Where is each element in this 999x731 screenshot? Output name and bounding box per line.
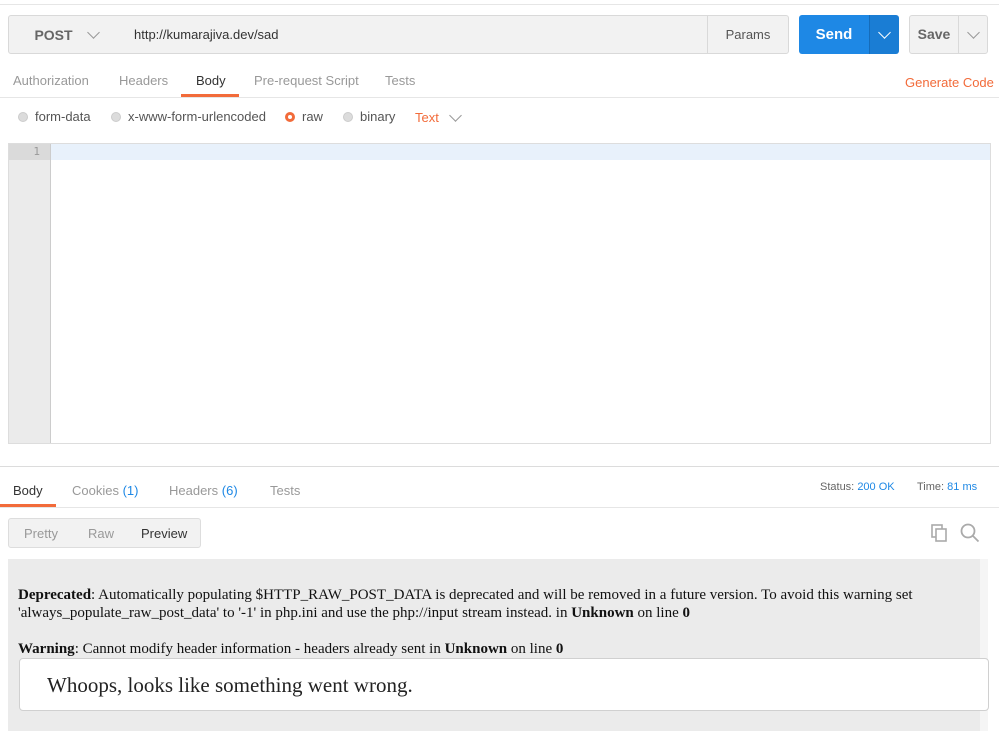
- view-raw-button[interactable]: Raw: [88, 526, 114, 541]
- status-value: 200 OK: [857, 481, 895, 493]
- generate-code-link[interactable]: Generate Code: [905, 75, 994, 90]
- line-number: 1: [33, 145, 40, 158]
- tabs-divider: [0, 97, 999, 98]
- search-icon[interactable]: [960, 523, 980, 548]
- method-select[interactable]: POST: [8, 15, 124, 54]
- response-status: Status: 200 OK: [820, 481, 895, 493]
- warning-message: Warning: Cannot modify header informatio…: [18, 640, 968, 658]
- deprecated-text: : Automatically populating $HTTP_RAW_POS…: [18, 587, 913, 621]
- response-tab-tests[interactable]: Tests: [270, 483, 300, 498]
- radio-button[interactable]: [343, 111, 353, 122]
- cookies-label: Cookies: [72, 483, 119, 498]
- chevron-down-icon: [878, 25, 891, 39]
- response-tab-headers[interactable]: Headers (6): [169, 483, 238, 498]
- warning-text: : Cannot modify header information - hea…: [74, 641, 445, 657]
- warning-location: Unknown: [444, 641, 508, 657]
- chevron-down-icon: [86, 25, 100, 39]
- raw-format-dropdown[interactable]: Text: [415, 108, 462, 125]
- headers-count: (6): [221, 483, 238, 498]
- method-label: POST: [34, 26, 73, 43]
- radio-label: form-data: [35, 109, 91, 124]
- request-body-editor[interactable]: [8, 143, 991, 444]
- deprecated-online: on line: [633, 605, 683, 621]
- send-button[interactable]: Send: [799, 15, 869, 54]
- radio-form-data[interactable]: form-data: [18, 109, 91, 124]
- url-input[interactable]: http://kumarajiva.dev/sad: [123, 15, 708, 54]
- editor-gutter: [9, 144, 51, 443]
- chevron-down-icon: [966, 25, 980, 39]
- warning-online: on line: [507, 641, 556, 657]
- tab-headers[interactable]: Headers: [119, 73, 168, 88]
- tab-authorization[interactable]: Authorization: [13, 73, 89, 88]
- deprecated-location: Unknown: [571, 605, 634, 621]
- radio-button[interactable]: [111, 111, 121, 122]
- top-divider: [0, 4, 999, 5]
- radio-button[interactable]: [285, 111, 295, 122]
- tab-body[interactable]: Body: [196, 73, 226, 88]
- deprecated-label: Deprecated: [18, 587, 92, 603]
- warning-line: 0: [555, 641, 564, 657]
- chevron-down-icon: [448, 108, 462, 122]
- view-pretty-button[interactable]: Pretty: [24, 526, 58, 541]
- copy-icon[interactable]: [931, 524, 949, 547]
- radio-label: raw: [302, 109, 323, 124]
- response-tab-cookies[interactable]: Cookies (1): [72, 483, 138, 498]
- warning-label: Warning: [18, 641, 75, 657]
- send-options-button[interactable]: [869, 15, 899, 54]
- tab-tests[interactable]: Tests: [385, 73, 415, 88]
- deprecated-message: Deprecated: Automatically populating $HT…: [18, 586, 968, 622]
- save-button[interactable]: Save: [909, 15, 959, 54]
- editor-active-line[interactable]: [51, 144, 990, 160]
- time-label: Time:: [917, 481, 945, 493]
- params-button[interactable]: Params: [707, 15, 789, 54]
- save-options-button[interactable]: [958, 15, 988, 54]
- response-tabs-divider: [0, 507, 999, 508]
- tab-pre-request-script[interactable]: Pre-request Script: [254, 73, 359, 88]
- status-label: Status:: [820, 481, 855, 493]
- response-time: Time: 81 ms: [917, 481, 977, 493]
- view-preview-button[interactable]: Preview: [141, 526, 187, 541]
- radio-label: x-www-form-urlencoded: [128, 109, 266, 124]
- raw-format-label: Text: [415, 110, 439, 125]
- radio-label: binary: [360, 109, 396, 124]
- time-value: 81 ms: [947, 481, 978, 493]
- response-tab-body[interactable]: Body: [13, 483, 43, 498]
- pane-splitter[interactable]: [0, 466, 999, 467]
- cookies-count: (1): [122, 483, 139, 498]
- radio-x-www-form-urlencoded[interactable]: x-www-form-urlencoded: [111, 109, 266, 124]
- headers-label: Headers: [169, 483, 219, 498]
- radio-binary[interactable]: binary: [343, 109, 395, 124]
- error-box: Whoops, looks like something went wrong.: [19, 658, 989, 711]
- deprecated-line: 0: [682, 605, 691, 621]
- radio-button[interactable]: [18, 111, 28, 122]
- radio-raw[interactable]: raw: [285, 109, 323, 124]
